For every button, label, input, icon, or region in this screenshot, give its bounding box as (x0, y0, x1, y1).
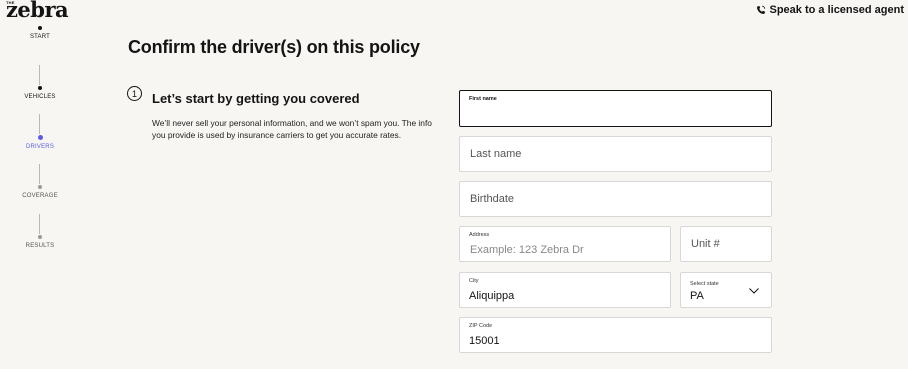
page-title: Confirm the driver(s) on this policy (128, 37, 420, 57)
first-name-label: First name (469, 96, 497, 102)
step-label: RESULTS (25, 243, 55, 249)
address-placeholder: Example: 123 Zebra Dr (470, 244, 584, 256)
phone-icon (756, 5, 765, 14)
birthdate-placeholder: Birthdate (470, 193, 515, 205)
agent-link-label: Speak to a licensed agent (769, 4, 905, 16)
step-dot (38, 86, 42, 90)
step-label: DRIVERS (25, 144, 55, 150)
birthdate-field[interactable]: Birthdate (459, 181, 772, 217)
step-dot (38, 185, 42, 189)
chevron-down-icon (749, 288, 759, 294)
step-connector (39, 164, 40, 184)
state-select[interactable]: Select state PA (680, 272, 772, 308)
step-dot (37, 135, 43, 140)
first-name-field[interactable]: First name (459, 90, 772, 127)
step-label: COVERAGE (22, 193, 58, 199)
step-results: RESULTS (0, 235, 80, 249)
city-label: City (469, 278, 479, 284)
zip-code-value: 15001 (469, 335, 500, 347)
unit-placeholder: Unit # (691, 238, 720, 250)
state-label: Select state (690, 281, 719, 287)
address-field[interactable]: Address Example: 123 Zebra Dr (459, 226, 671, 262)
section-number-badge: 1 (127, 86, 142, 101)
section-title: Let’s start by getting you covered (152, 91, 360, 106)
step-label: VEHICLES (24, 94, 56, 100)
step-coverage: COVERAGE (0, 185, 80, 199)
step-drivers: DRIVERS (0, 135, 80, 150)
step-dot (38, 26, 42, 30)
step-label: START (29, 34, 51, 40)
zip-code-label: ZIP Code (469, 323, 493, 329)
zip-code-field[interactable]: ZIP Code 15001 (459, 317, 772, 353)
last-name-placeholder: Last name (470, 148, 522, 160)
unit-field[interactable]: Unit # (680, 226, 772, 262)
logo-wordmark: zebra (6, 0, 69, 22)
address-label: Address (469, 232, 490, 238)
step-vehicles: VEHICLES (0, 86, 80, 100)
city-field[interactable]: City Aliquippa (459, 272, 671, 308)
step-dot (38, 235, 42, 239)
step-start: START (0, 26, 80, 40)
section-description: We’ll never sell your personal informati… (152, 118, 432, 140)
state-value: PA (690, 290, 704, 302)
step-connector (39, 214, 40, 234)
city-value: Aliquippa (469, 290, 515, 302)
last-name-field[interactable]: Last name (459, 136, 772, 172)
zebra-logo[interactable]: THE zebra (6, 0, 76, 22)
speak-to-agent-link[interactable]: Speak to a licensed agent (756, 4, 905, 16)
step-connector (39, 65, 40, 85)
step-connector (39, 114, 40, 134)
